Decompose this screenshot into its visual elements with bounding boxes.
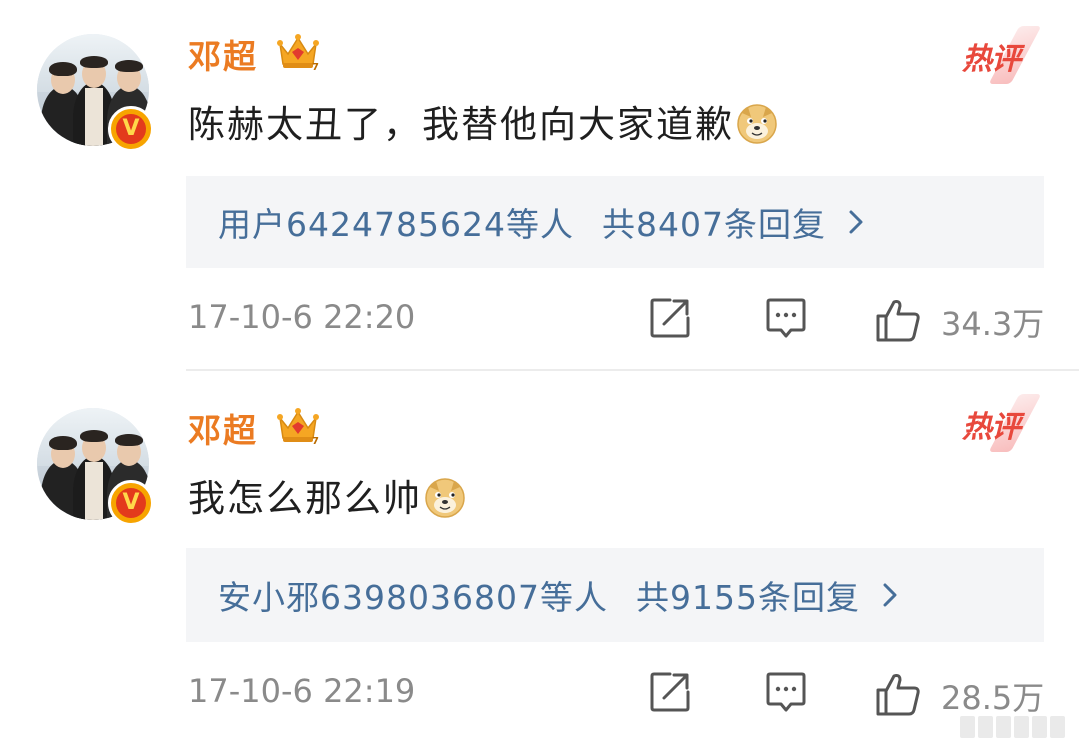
comment-item: V 邓超 7 热评 陈赫太丑了，我替他向大家道歉 用户6424785624等人 …: [0, 0, 1079, 372]
doge-emoji-icon: [737, 103, 777, 144]
hot-comment-badge: 热评: [960, 394, 1042, 452]
comment-text: 我怎么那么帅: [188, 468, 466, 523]
comment-text: 陈赫太丑了，我替他向大家道歉: [188, 94, 778, 149]
like-count: 34.3万: [941, 305, 1045, 343]
comment-text-body: 陈赫太丑了，我替他向大家道歉: [188, 103, 734, 146]
username[interactable]: 邓超: [188, 404, 258, 452]
comment-item: V 邓超 7 热评 我怎么那么帅 安小邪6398036807等人 共9155条回…: [0, 372, 1079, 748]
verified-badge-icon: V: [108, 106, 154, 152]
reply-summary-link[interactable]: 安小邪6398036807等人 共9155条回复: [186, 548, 1044, 642]
reply-users: 安小邪6398036807等人: [218, 578, 608, 617]
chevron-right-icon: [883, 583, 897, 607]
reply-users: 用户6424785624等人: [218, 205, 574, 244]
reply-count: 共8407条回复: [601, 205, 826, 244]
reply-count: 共9155条回复: [635, 578, 860, 617]
share-icon[interactable]: [648, 296, 692, 340]
svg-text:7: 7: [312, 436, 319, 446]
timestamp: 17-10-6 22:20: [188, 298, 416, 336]
hot-comment-badge: 热评: [960, 26, 1042, 84]
doge-emoji-icon: [425, 477, 465, 518]
timestamp: 17-10-6 22:19: [188, 672, 416, 710]
thumbs-up-icon[interactable]: [874, 670, 922, 718]
watermark: [960, 712, 1072, 742]
divider: [186, 369, 1079, 371]
svg-text:7: 7: [312, 62, 319, 72]
share-icon[interactable]: [648, 670, 692, 714]
comment-icon[interactable]: [764, 670, 808, 714]
username[interactable]: 邓超: [188, 30, 258, 78]
comment-icon[interactable]: [764, 296, 808, 340]
reply-summary-link[interactable]: 用户6424785624等人 共8407条回复: [186, 176, 1044, 268]
comment-text-body: 我怎么那么帅: [188, 477, 422, 520]
thumbs-up-icon[interactable]: [874, 296, 922, 344]
verified-badge-icon: V: [108, 480, 154, 526]
crown-icon: 7: [277, 408, 319, 446]
crown-icon: 7: [277, 34, 319, 72]
chevron-right-icon: [849, 210, 863, 234]
